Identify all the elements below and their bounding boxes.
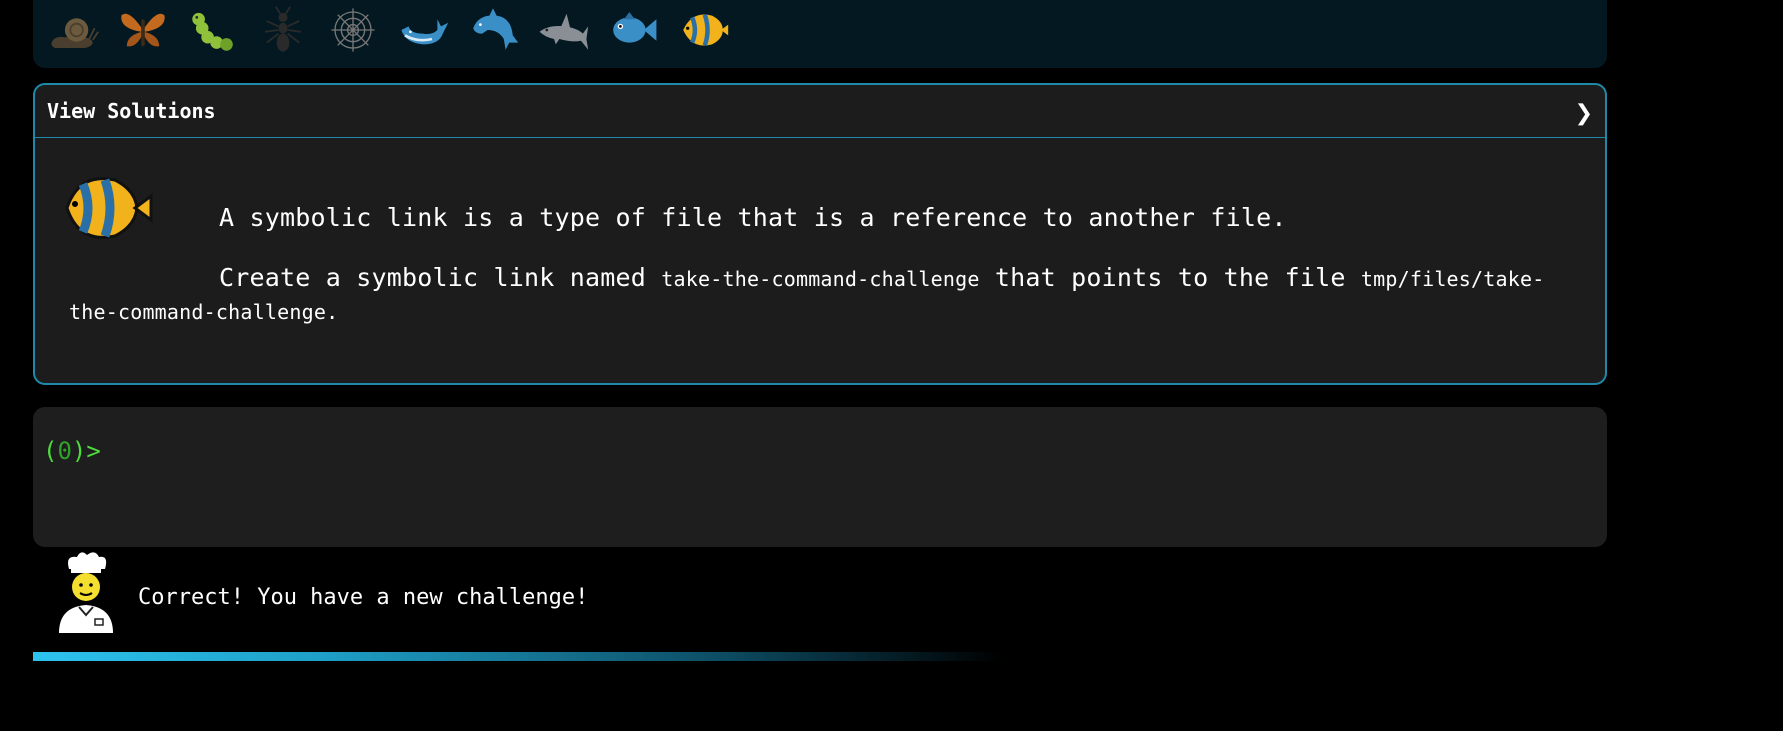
terminal-prompt: (0)> [43, 437, 101, 465]
prompt-open: ( [43, 437, 58, 465]
challenge-description: A symbolic link is a type of file that i… [219, 203, 1287, 232]
butterfly-icon[interactable] [115, 2, 171, 58]
challenge-body: A symbolic link is a type of file that i… [35, 138, 1605, 328]
fish-icon[interactable] [605, 2, 661, 58]
tropical-fish-icon[interactable] [675, 2, 731, 58]
challenge-task: Create a symbolic link named take-the-co… [69, 262, 1569, 328]
task-middle: that points to the file [979, 263, 1361, 292]
chef-avatar-icon [59, 552, 113, 633]
task-link-name: take-the-command-challenge [661, 267, 980, 291]
progress-bar [33, 652, 1003, 661]
prompt-close: )> [71, 437, 101, 465]
prompt-counter: 0 [57, 437, 72, 465]
challenge-panel: View Solutions ❯ A symbolic link is a ty… [33, 83, 1607, 385]
creature-progress-bar [33, 0, 1607, 68]
view-solutions-title[interactable]: View Solutions [47, 99, 216, 123]
page: View Solutions ❯ A symbolic link is a ty… [0, 0, 1783, 731]
terminal-input[interactable]: (0)> [33, 407, 1607, 547]
tropical-fish-icon [65, 177, 153, 239]
status-message: Correct! You have a new challenge! [138, 585, 589, 610]
ant-icon[interactable] [255, 2, 311, 58]
whale-icon[interactable] [395, 2, 451, 58]
view-solutions-toggle[interactable]: View Solutions ❯ [35, 85, 1605, 138]
task-prefix: Create a symbolic link named [219, 263, 662, 292]
snail-icon[interactable] [45, 2, 101, 58]
task-suffix: . [326, 300, 339, 324]
dolphin-icon[interactable] [465, 2, 521, 58]
spider-web-icon[interactable] [325, 2, 381, 58]
caterpillar-icon[interactable] [185, 2, 241, 58]
chevron-right-icon[interactable]: ❯ [1575, 101, 1593, 126]
shark-icon[interactable] [535, 2, 591, 58]
